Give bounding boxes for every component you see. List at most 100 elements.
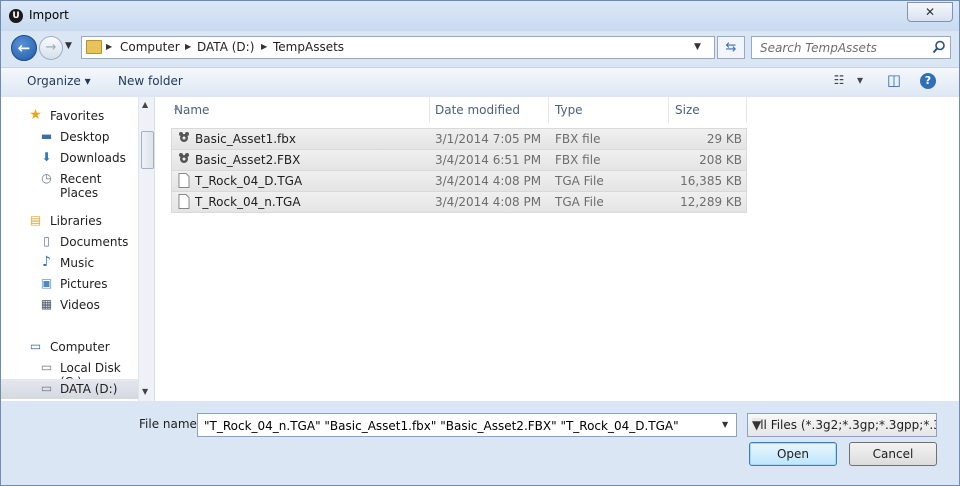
pictures-icon: ▣	[40, 276, 53, 290]
import-dialog: U Import ✕ ← → ▼ ▶ Computer ▶ DATA (D:) …	[0, 0, 960, 486]
file-name: Basic_Asset1.fbx	[195, 132, 296, 146]
tga-file-icon	[178, 173, 190, 188]
column-header-label: Type	[555, 103, 583, 117]
forward-button[interactable]: →	[39, 36, 63, 60]
fbx-file-icon	[179, 132, 189, 142]
file-date: 3/4/2014 4:08 PM	[435, 174, 542, 188]
chevron-down-icon: ▾	[84, 74, 91, 88]
file-date: 3/4/2014 4:08 PM	[435, 195, 542, 209]
sort-ascending-icon: ▲	[174, 103, 180, 111]
sidebar-item-local-disk-c[interactable]: ▭ Local Disk (C:)	[1, 358, 139, 390]
file-size: 12,289 KB	[680, 195, 742, 209]
sidebar-item-label: Favorites	[50, 109, 105, 123]
file-name-combobox[interactable]: ▼	[197, 413, 737, 437]
close-button[interactable]: ✕	[907, 2, 953, 22]
column-header-label: Size	[675, 103, 700, 117]
title-bar[interactable]: U Import ✕	[1, 1, 959, 31]
refresh-button[interactable]: ⇆	[717, 36, 745, 59]
search-icon[interactable]	[932, 40, 946, 54]
videos-icon: ▦	[40, 297, 53, 311]
breadcrumb-separator[interactable]: ▶	[106, 40, 112, 54]
sidebar-item-label: Libraries	[50, 214, 102, 228]
sidebar-item-recent-places[interactable]: ◷ Recent Places	[1, 169, 139, 201]
star-icon: ★	[29, 107, 42, 123]
drive-icon: ▭	[40, 381, 53, 395]
sidebar-item-music[interactable]: ♪ Music	[1, 253, 139, 273]
file-type: FBX file	[555, 132, 601, 146]
navigation-scrollbar[interactable]: ▲ ▼	[138, 97, 154, 401]
sidebar-item-label: Documents	[60, 235, 129, 249]
sidebar-item-label: Music	[60, 256, 95, 270]
sidebar-item-documents[interactable]: ▯ Documents	[1, 232, 139, 252]
sidebar-item-favorites[interactable]: ★ Favorites	[1, 106, 139, 126]
scroll-up-icon[interactable]: ▲	[142, 100, 148, 109]
breadcrumb-tempassets[interactable]: TempAssets	[273, 40, 344, 54]
navigation-pane: ★ Favorites ▬ Desktop ⬇ Downloads ◷ Rece…	[1, 97, 155, 401]
file-name-input[interactable]	[202, 418, 716, 434]
column-header-date-modified[interactable]: Date modified	[430, 97, 549, 123]
back-button[interactable]: ←	[11, 35, 37, 61]
column-header-size[interactable]: Size	[670, 97, 747, 123]
downloads-icon: ⬇	[41, 150, 52, 164]
file-size: 208 KB	[699, 153, 742, 167]
file-date: 3/1/2014 7:05 PM	[435, 132, 542, 146]
file-list: Name ▲ Date modified Type Size Basic_Ass…	[155, 97, 959, 401]
scroll-thumb[interactable]	[141, 131, 154, 169]
file-row[interactable]: Basic_Asset2.FBX 3/4/2014 6:51 PM FBX fi…	[171, 149, 747, 171]
sidebar-item-libraries[interactable]: ▤ Libraries	[1, 211, 139, 231]
file-type-select[interactable]: All Files (*.3g2;*.3gp;*.3gpp;*.3g ▼	[747, 413, 937, 437]
breadcrumb-separator[interactable]: ▶	[261, 40, 267, 54]
preview-pane-icon[interactable]: ◫	[885, 71, 903, 89]
file-size: 16,385 KB	[680, 174, 742, 188]
breadcrumb-computer[interactable]: Computer	[120, 40, 180, 54]
breadcrumb-data-drive[interactable]: DATA (D:)	[197, 40, 254, 54]
tga-file-icon	[178, 194, 190, 209]
scroll-down-icon[interactable]: ▼	[142, 387, 148, 396]
sidebar-item-label: Pictures	[60, 277, 108, 291]
unreal-app-icon: U	[9, 9, 23, 23]
file-row[interactable]: T_Rock_04_D.TGA 3/4/2014 4:08 PM TGA Fil…	[171, 170, 747, 192]
open-button[interactable]: Open	[749, 442, 837, 466]
file-type-value: All Files (*.3g2;*.3gp;*.3gpp;*.3g	[752, 418, 937, 432]
music-icon: ♪	[42, 254, 51, 270]
chevron-down-icon[interactable]: ▼	[752, 418, 762, 432]
sidebar-item-downloads[interactable]: ⬇ Downloads	[1, 148, 139, 168]
sidebar-item-label: DATA (D:)	[60, 382, 118, 396]
fbx-file-icon	[179, 153, 189, 163]
sidebar-item-desktop[interactable]: ▬ Desktop	[1, 127, 139, 147]
organize-label: Organize	[27, 74, 81, 88]
search-input[interactable]	[758, 40, 932, 56]
sidebar-item-label: Videos	[60, 298, 100, 312]
organize-button[interactable]: Organize ▾	[27, 74, 91, 88]
search-box[interactable]	[751, 36, 951, 59]
address-bar[interactable]: ▶ Computer ▶ DATA (D:) ▶ TempAssets ▼	[81, 36, 715, 59]
file-type: TGA File	[555, 174, 604, 188]
sidebar-item-pictures[interactable]: ▣ Pictures	[1, 274, 139, 294]
file-date: 3/4/2014 6:51 PM	[435, 153, 542, 167]
cancel-button[interactable]: Cancel	[849, 442, 937, 466]
column-header-type[interactable]: Type	[550, 97, 669, 123]
libraries-icon: ▤	[29, 213, 42, 227]
help-icon[interactable]: ?	[920, 73, 936, 89]
file-name: T_Rock_04_D.TGA	[195, 174, 303, 188]
recent-locations-dropdown[interactable]: ▼	[65, 41, 72, 51]
desktop-icon: ▬	[40, 129, 53, 143]
address-dropdown[interactable]: ▼	[694, 42, 701, 52]
column-header-name[interactable]: Name ▲	[169, 97, 430, 123]
more-views-chevron-icon[interactable]: ▾	[851, 73, 869, 89]
sidebar-item-data-d[interactable]: ▭ DATA (D:)	[1, 379, 139, 399]
file-row[interactable]: T_Rock_04_n.TGA 3/4/2014 4:08 PM TGA Fil…	[171, 191, 747, 213]
sidebar-item-computer[interactable]: ▭ Computer	[1, 337, 139, 357]
new-folder-button[interactable]: New folder	[118, 74, 183, 88]
folder-icon	[86, 40, 102, 54]
file-name-label: File name:	[139, 417, 201, 431]
file-type: TGA File	[555, 195, 604, 209]
sidebar-item-label: Computer	[50, 340, 110, 354]
chevron-down-icon[interactable]: ▼	[722, 420, 728, 429]
change-view-icon[interactable]: ☷	[830, 73, 848, 89]
sidebar-item-label: Desktop	[60, 130, 110, 144]
breadcrumb-separator[interactable]: ▶	[185, 40, 191, 54]
window-title: Import	[29, 8, 69, 22]
file-row[interactable]: Basic_Asset1.fbx 3/1/2014 7:05 PM FBX fi…	[171, 128, 747, 150]
sidebar-item-videos[interactable]: ▦ Videos	[1, 295, 139, 315]
